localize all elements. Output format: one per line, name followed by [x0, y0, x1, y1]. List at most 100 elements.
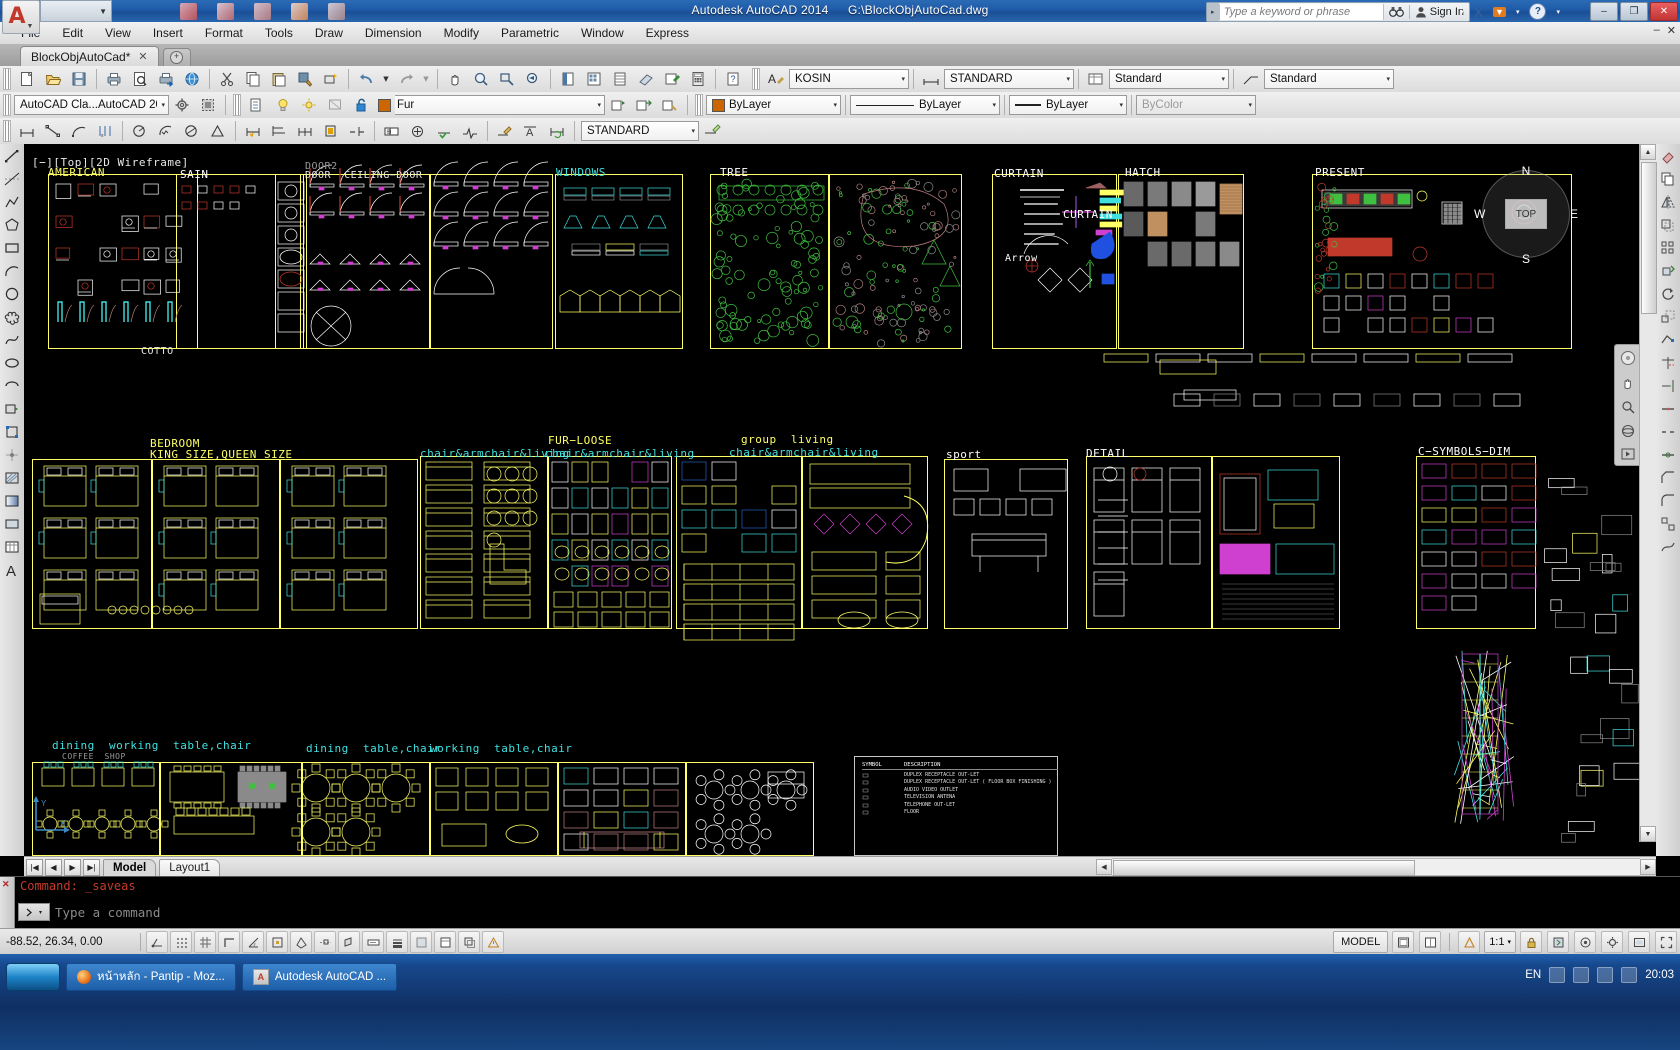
- plot-device-icon[interactable]: [154, 67, 178, 91]
- copy-icon[interactable]: [241, 67, 265, 91]
- dimension-style-icon[interactable]: [919, 67, 943, 91]
- viewport-freeze-icon[interactable]: [323, 93, 347, 117]
- clock[interactable]: 20:03: [1645, 969, 1674, 981]
- app-settings-icon[interactable]: [1601, 931, 1623, 953]
- move-icon[interactable]: [1657, 259, 1679, 282]
- menu-item-window[interactable]: Window: [570, 24, 635, 42]
- command-prompt-icon[interactable]: ▾: [18, 903, 50, 921]
- table-style-combo[interactable]: Standard ▾: [1109, 69, 1229, 89]
- zoom-realtime-icon[interactable]: [469, 67, 493, 91]
- table-style-icon[interactable]: [1084, 67, 1108, 91]
- copy-object-icon[interactable]: [1657, 167, 1679, 190]
- save-icon[interactable]: [67, 67, 91, 91]
- ellipse-arc-icon[interactable]: [1, 374, 23, 397]
- explode-icon[interactable]: [1657, 512, 1679, 535]
- selection-cycling-icon[interactable]: [458, 931, 480, 953]
- plot-icon[interactable]: [102, 67, 126, 91]
- dim-diameter-icon[interactable]: [180, 119, 204, 143]
- designcenter-icon[interactable]: [582, 67, 606, 91]
- drawing-canvas[interactable]: [−][Top][2D Wireframe] AMERICAN SAIN DOO…: [24, 144, 1656, 856]
- menu-item-edit[interactable]: Edit: [51, 24, 94, 42]
- table-icon[interactable]: [1, 535, 23, 558]
- menu-item-tools[interactable]: Tools: [254, 24, 304, 42]
- new-tab-button[interactable]: +: [162, 48, 191, 66]
- command-input[interactable]: Type a command: [55, 905, 160, 920]
- application-menu-button[interactable]: A ▼: [2, 0, 40, 34]
- layout-icon[interactable]: [1392, 931, 1415, 953]
- search-input[interactable]: Type a keyword or phrase: [1218, 4, 1384, 20]
- layer-previous-icon[interactable]: [606, 93, 630, 117]
- calculator-icon[interactable]: [686, 67, 710, 91]
- properties-icon[interactable]: [556, 67, 580, 91]
- horizontal-scroll-track[interactable]: [1112, 858, 1640, 876]
- block-editor-icon[interactable]: [319, 67, 343, 91]
- horizontal-scroll-thumb[interactable]: [1113, 860, 1415, 876]
- cut-icon[interactable]: [215, 67, 239, 91]
- model-space-button[interactable]: MODEL: [1333, 931, 1389, 953]
- ortho-mode-icon[interactable]: [218, 931, 240, 953]
- toolbar-grip[interactable]: [3, 68, 11, 90]
- maximize-button[interactable]: ❐: [1620, 2, 1648, 21]
- dim-angular-icon[interactable]: [206, 119, 230, 143]
- tab-layout1[interactable]: Layout1: [159, 858, 221, 876]
- menu-item-modify[interactable]: Modify: [433, 24, 490, 42]
- navigation-bar[interactable]: [1614, 344, 1642, 466]
- scroll-down-button[interactable]: ▼: [1640, 826, 1656, 842]
- help-button[interactable]: ?: [1529, 3, 1547, 20]
- layer-combo[interactable]: Fur ▾: [395, 95, 605, 115]
- dim-update-icon[interactable]: [545, 119, 569, 143]
- publish-icon[interactable]: [180, 67, 204, 91]
- menu-item-view[interactable]: View: [94, 24, 142, 42]
- quick-properties-icon[interactable]: [434, 931, 456, 953]
- lock-icon[interactable]: [1520, 931, 1542, 953]
- pan-icon[interactable]: [443, 67, 467, 91]
- break-icon[interactable]: [1657, 420, 1679, 443]
- menu-item-express[interactable]: Express: [635, 24, 700, 42]
- circle-icon[interactable]: [1, 282, 23, 305]
- rectangle-icon[interactable]: [1, 236, 23, 259]
- orbit-icon[interactable]: [1615, 419, 1641, 443]
- paste-icon[interactable]: [267, 67, 291, 91]
- unlock-icon[interactable]: [349, 93, 373, 117]
- polygon-icon[interactable]: [1, 213, 23, 236]
- volume-icon[interactable]: [1597, 967, 1614, 983]
- dim-jogged-icon[interactable]: [154, 119, 178, 143]
- annotation-monitor-icon[interactable]: [482, 931, 504, 953]
- fillet-icon[interactable]: [1657, 489, 1679, 512]
- first-layout-button[interactable]: |◀: [26, 858, 43, 876]
- toolbar-grip[interactable]: [3, 120, 11, 142]
- gradient-icon[interactable]: [1, 489, 23, 512]
- transparency-icon[interactable]: [410, 931, 432, 953]
- revcloud-icon[interactable]: [1, 305, 23, 328]
- markup-icon[interactable]: [660, 67, 684, 91]
- mleader-style-combo[interactable]: Standard ▾: [1264, 69, 1394, 89]
- toolbar-grip[interactable]: [752, 68, 760, 90]
- erase-icon[interactable]: [1657, 144, 1679, 167]
- hatch-icon[interactable]: [1, 466, 23, 489]
- mirror-icon[interactable]: [1657, 190, 1679, 213]
- make-block-icon[interactable]: [1, 420, 23, 443]
- menu-item-draw[interactable]: Draw: [304, 24, 354, 42]
- dim-ordinate-icon[interactable]: x: [93, 119, 117, 143]
- action-center-icon[interactable]: [1621, 967, 1638, 983]
- layer-properties-icon[interactable]: [245, 93, 269, 117]
- dim-text-edit-icon[interactable]: A: [519, 119, 543, 143]
- annotation-scale-icon[interactable]: [1458, 931, 1481, 953]
- horizontal-scrollbar[interactable]: ◀ ▶: [1096, 857, 1656, 877]
- line-icon[interactable]: [1, 144, 23, 167]
- dim-quick-icon[interactable]: [241, 119, 265, 143]
- ellipse-icon[interactable]: [1, 351, 23, 374]
- inspect-icon[interactable]: [432, 119, 456, 143]
- chamfer-icon[interactable]: [1657, 466, 1679, 489]
- scroll-right-button[interactable]: ▶: [1640, 859, 1656, 875]
- color-combo[interactable]: ByLayer ▾: [706, 95, 841, 115]
- extend-icon[interactable]: [1657, 374, 1679, 397]
- new-icon[interactable]: [15, 67, 39, 91]
- document-minimize-button[interactable]: –: [1654, 24, 1660, 37]
- document-close-button[interactable]: ✕: [1667, 24, 1676, 37]
- search-button[interactable]: [1384, 6, 1409, 18]
- command-input-row[interactable]: ▾ Type a command: [18, 903, 160, 921]
- point-icon[interactable]: [1, 443, 23, 466]
- dim-break-icon[interactable]: [345, 119, 369, 143]
- file-tab-blockobjautocad[interactable]: BlockObjAutoCad* ✕: [20, 46, 159, 66]
